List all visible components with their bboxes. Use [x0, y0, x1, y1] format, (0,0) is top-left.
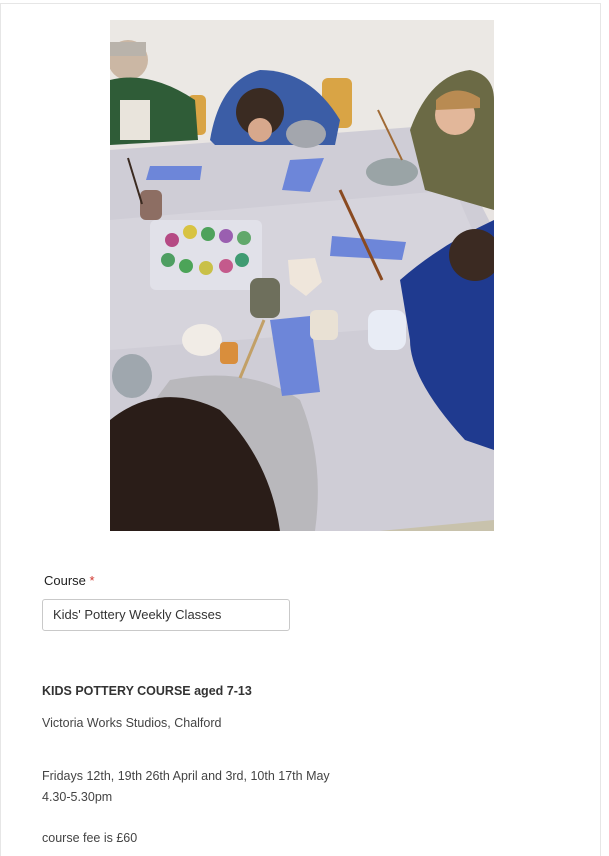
course-title: KIDS POTTERY COURSE aged 7-13: [42, 684, 252, 698]
course-dates: Fridays 12th, 19th 26th April and 3rd, 1…: [42, 769, 330, 783]
course-photo: [110, 20, 494, 531]
course-fee: course fee is £60: [42, 831, 138, 845]
required-marker: *: [89, 573, 95, 588]
course-label: Course *: [44, 573, 95, 588]
course-location: Victoria Works Studios, Chalford: [42, 716, 222, 730]
course-label-text: Course: [44, 573, 86, 588]
course-time: 4.30-5.30pm: [42, 790, 113, 804]
course-select[interactable]: Kids' Pottery Weekly Classes: [42, 599, 290, 631]
